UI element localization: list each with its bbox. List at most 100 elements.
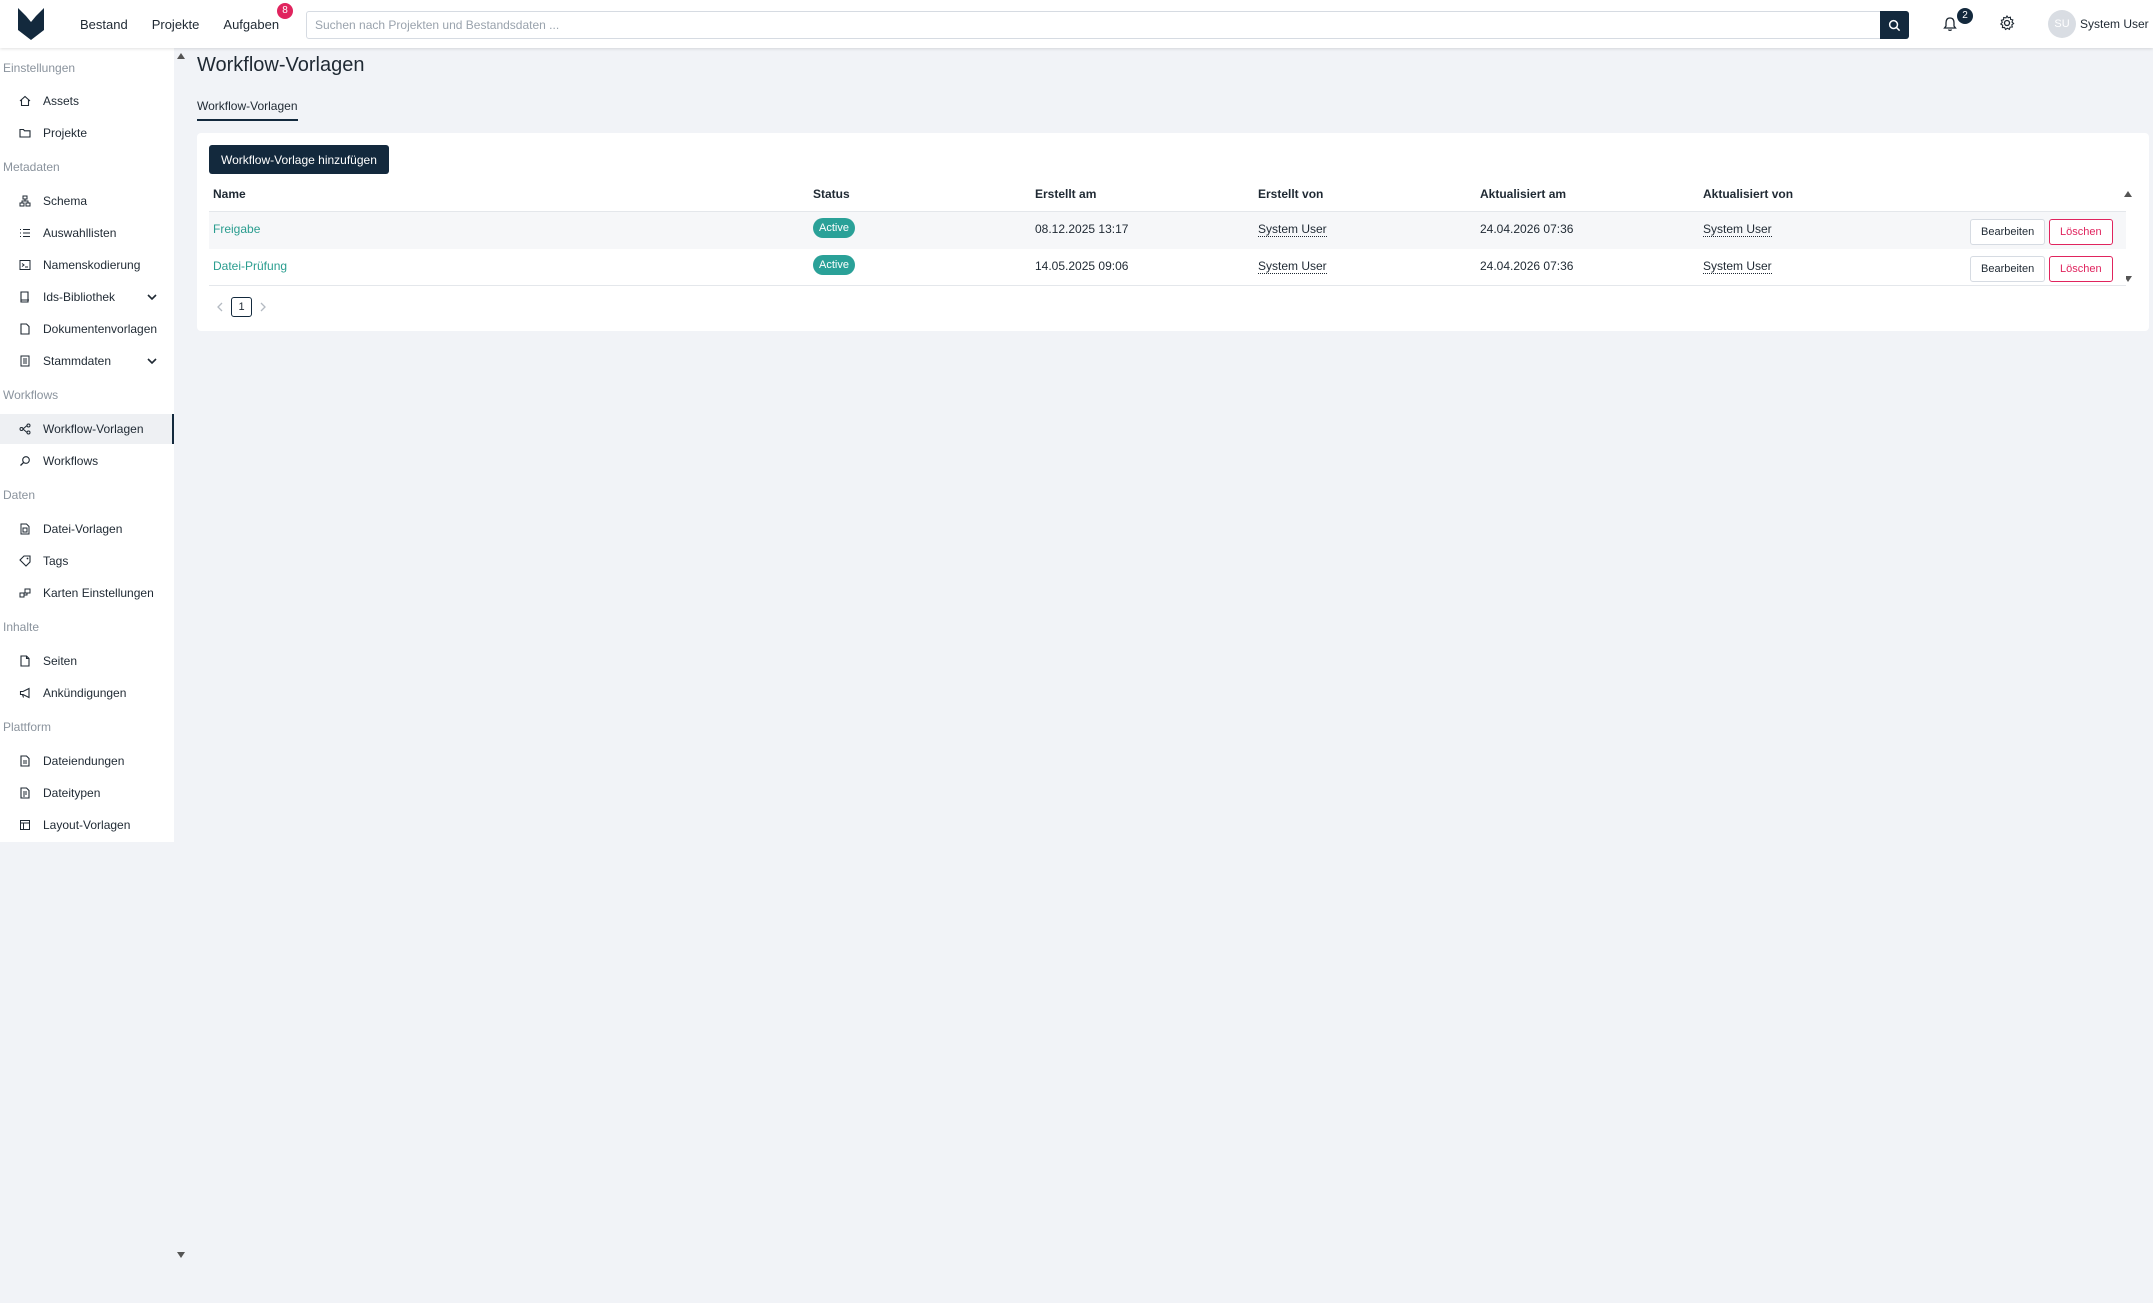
terminal-icon — [19, 260, 31, 270]
table-scroll-up-icon[interactable] — [2124, 190, 2132, 198]
sidebar-item-karten-einstellungen[interactable]: Karten Einstellungen — [0, 578, 174, 608]
template-name-link[interactable]: Freigabe — [213, 222, 260, 236]
updated-at: 24.04.2026 07:36 — [1480, 259, 1574, 273]
gear-icon[interactable] — [1998, 14, 2016, 32]
sidebar-item-dateiendungen[interactable]: Dateiendungen — [0, 746, 174, 776]
sidebar-item-label: Auswahllisten — [43, 226, 117, 240]
sidebar-item-label: Schema — [43, 194, 88, 208]
map-icon — [19, 588, 31, 598]
sidebar-item-schema[interactable]: Schema — [0, 186, 174, 216]
sidebar-item-label: Workflow-Vorlagen — [43, 422, 144, 436]
sidebar-item-ids-bibliothek[interactable]: Ids-Bibliothek — [0, 282, 174, 312]
sidebar-item-layout-vorlagen[interactable]: Layout-Vorlagen — [0, 810, 174, 840]
created-by[interactable]: System User — [1258, 259, 1327, 274]
template-name-link[interactable]: Datei-Prüfung — [213, 259, 287, 273]
sidebar-item-label: Dateiendungen — [43, 754, 125, 768]
chevron-left-icon[interactable] — [215, 301, 225, 313]
folder-icon — [19, 128, 31, 138]
layout-icon — [20, 820, 30, 830]
sidebar-section-daten: Daten — [3, 488, 36, 502]
sidebar-scroll-down-icon[interactable] — [177, 1251, 185, 1259]
page-button-current[interactable]: 1 — [231, 297, 252, 317]
search-button[interactable] — [1880, 11, 1909, 39]
delete-button[interactable]: Löschen — [2049, 256, 2113, 282]
sidebar-item-label: Datei-Vorlagen — [43, 522, 123, 536]
created-at: 08.12.2025 13:17 — [1035, 222, 1129, 236]
list-icon — [20, 228, 30, 238]
nav-bestand[interactable]: Bestand — [80, 17, 128, 32]
sidebar-scroll-up-icon[interactable] — [177, 52, 185, 60]
workflow-icon — [19, 423, 31, 435]
tasks-count-badge: 8 — [277, 2, 294, 19]
sidebar-item-dateitypen[interactable]: Dateitypen — [0, 778, 174, 808]
column-header-updated-at[interactable]: Aktualisiert am — [1480, 187, 1566, 201]
chevron-down-icon[interactable] — [146, 355, 158, 367]
document-icon — [20, 323, 30, 335]
sidebar-item-namenskodierung[interactable]: Namenskodierung — [0, 250, 174, 280]
column-header-name[interactable]: Name — [213, 187, 246, 201]
megaphone-icon — [19, 687, 30, 699]
file-icon — [20, 755, 30, 767]
sidebar-item-datei-vorlagen[interactable]: Datei-Vorlagen — [0, 514, 174, 544]
logo-icon[interactable] — [16, 6, 46, 42]
column-header-updated-by[interactable]: Aktualisiert von — [1703, 187, 1793, 201]
sidebar-item-label: Namenskodierung — [43, 258, 141, 272]
sidebar-item-label: Ankündigungen — [43, 686, 127, 700]
created-at: 14.05.2025 09:06 — [1035, 259, 1129, 273]
pagination: 1 — [215, 297, 268, 317]
sidebar-item-label: Workflows — [43, 454, 99, 468]
search-box — [306, 11, 1909, 39]
sidebar-item-label: Seiten — [43, 654, 78, 668]
chevron-down-icon[interactable] — [146, 291, 158, 303]
sidebar-item-tags[interactable]: Tags — [0, 546, 174, 576]
file-template-icon — [20, 523, 30, 535]
sidebar-item-stammdaten[interactable]: Stammdaten — [0, 346, 174, 376]
edit-button[interactable]: Bearbeiten — [1970, 256, 2046, 282]
column-header-status[interactable]: Status — [813, 187, 850, 201]
sidebar-item-workflow-vorlagen[interactable]: Workflow-Vorlagen — [0, 414, 174, 444]
tab-workflow-vorlagen[interactable]: Workflow-Vorlagen — [197, 99, 298, 121]
sidebar-item-projekte[interactable]: Projekte — [0, 118, 174, 148]
column-header-created-at[interactable]: Erstellt am — [1035, 187, 1096, 201]
sidebar-item-label: Dateitypen — [43, 786, 101, 800]
sidebar-item-seiten[interactable]: Seiten — [0, 646, 174, 676]
sidebar-section-metadaten: Metadaten — [3, 160, 60, 174]
sidebar-item-assets[interactable]: Assets — [0, 86, 174, 116]
updated-by[interactable]: System User — [1703, 222, 1772, 237]
sidebar-item-label: Ids-Bibliothek — [43, 290, 116, 304]
status-badge: Active — [813, 255, 855, 275]
sidebar-item-workflows[interactable]: Workflows — [0, 446, 174, 476]
updated-by[interactable]: System User — [1703, 259, 1772, 274]
user-avatar[interactable]: SU — [2048, 10, 2076, 38]
tag-icon — [19, 555, 31, 567]
page-title: Workflow-Vorlagen — [197, 54, 365, 76]
sidebar-section-plattform: Plattform — [3, 720, 52, 734]
sidebar-item-label: Assets — [43, 94, 80, 108]
status-badge: Active — [813, 218, 855, 238]
search-input[interactable] — [307, 12, 1908, 38]
sidebar-item-auswahllisten[interactable]: Auswahllisten — [0, 218, 174, 248]
sidebar-item-label: Stammdaten — [43, 354, 112, 368]
column-header-created-by[interactable]: Erstellt von — [1258, 187, 1323, 201]
top-nav: Bestand Projekte Aufgaben 8 — [80, 0, 303, 48]
page-icon — [20, 655, 30, 667]
nav-aufgaben[interactable]: Aufgaben 8 — [223, 2, 294, 32]
sidebar-section-workflows: Workflows — [3, 388, 59, 402]
delete-button[interactable]: Löschen — [2049, 219, 2113, 245]
add-workflow-template-button[interactable]: Workflow-Vorlage hinzufügen — [209, 145, 389, 174]
user-name[interactable]: System User — [2080, 17, 2149, 31]
sidebar-item-dokumentenvorlagen[interactable]: Dokumentenvorlagen — [0, 314, 174, 344]
database-icon — [20, 355, 30, 367]
updated-at: 24.04.2026 07:36 — [1480, 222, 1574, 236]
sidebar-item-ankuendigungen[interactable]: Ankündigungen — [0, 678, 174, 708]
search-icon — [1888, 19, 1901, 31]
edit-button[interactable]: Bearbeiten — [1970, 219, 2046, 245]
file-type-icon — [20, 787, 30, 799]
created-by[interactable]: System User — [1258, 222, 1327, 237]
home-icon — [19, 95, 31, 107]
chevron-right-icon[interactable] — [258, 301, 268, 313]
table-row: Datei-Prüfung Active 14.05.2025 09:06 Sy… — [209, 249, 2126, 286]
search-icon — [20, 456, 30, 466]
book-icon — [20, 291, 29, 303]
nav-projekte[interactable]: Projekte — [152, 17, 200, 32]
